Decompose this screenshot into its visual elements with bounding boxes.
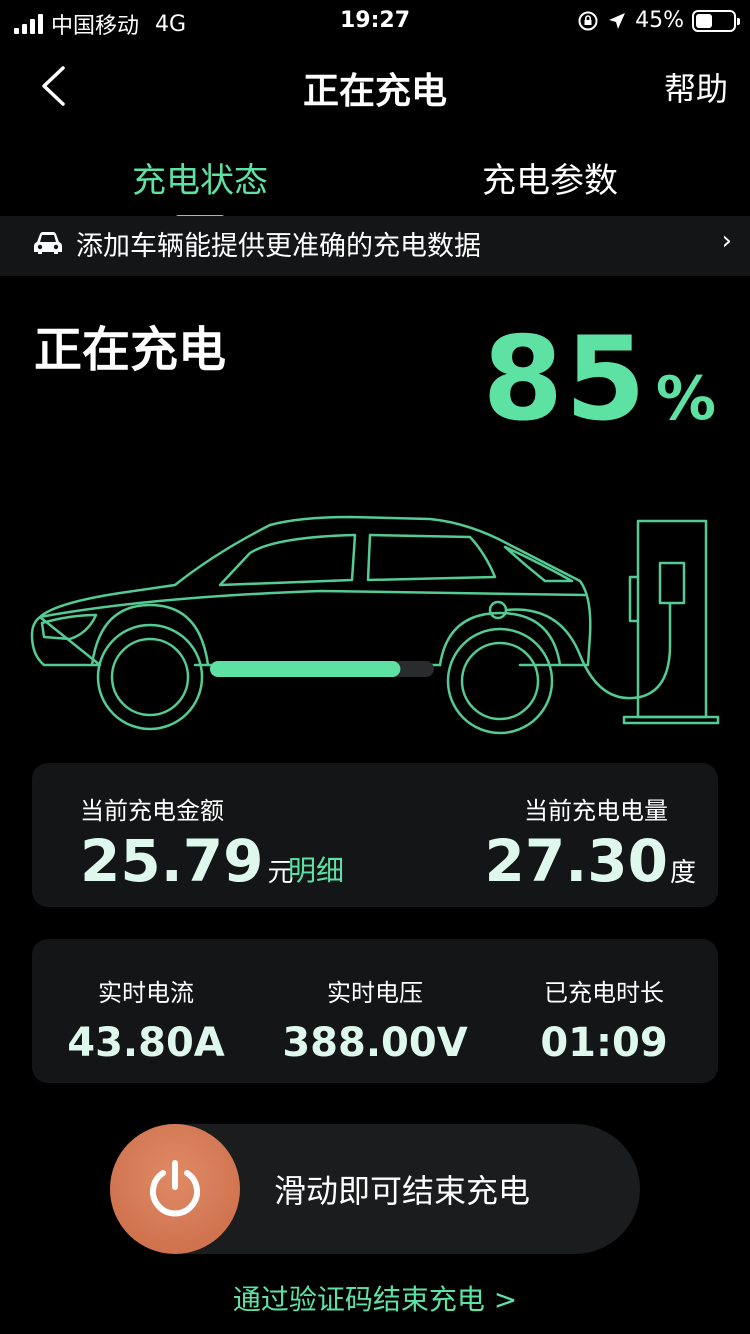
amount-detail-link[interactable]: 明细 (288, 849, 344, 889)
rotation-lock-icon (578, 11, 598, 30)
stat-duration: 已充电时长 01:09 (490, 973, 718, 1066)
power-icon (150, 1160, 200, 1217)
tab-charging-params[interactable]: 充电参数 (400, 153, 700, 202)
rear-wheel (446, 627, 554, 735)
charging-port (488, 600, 508, 620)
status-right: 45% (577, 8, 740, 33)
tab-bar: 充电状态 充电参数 (0, 145, 750, 222)
stat-current: 实时电流 43.80A (32, 973, 260, 1066)
location-icon (609, 12, 626, 29)
slider-label: 滑动即可结束充电 (274, 1172, 531, 1210)
add-vehicle-banner[interactable]: 添加车辆能提供更准确的充电数据 › (0, 216, 750, 276)
help-button[interactable]: 帮助 (664, 64, 728, 110)
battery-fill (696, 13, 713, 28)
car-charging-illustration (30, 515, 720, 735)
amount-value: 25.79 元 (80, 827, 293, 895)
tab-charging-status[interactable]: 充电状态 (50, 153, 350, 202)
amount-label: 当前充电金额 (80, 797, 224, 825)
battery-percent: 45% (635, 8, 684, 33)
energy-unit: 度 (669, 858, 696, 888)
stat-voltage-label: 实时电压 (327, 979, 423, 1007)
charging-status-text: 正在充电 (34, 322, 227, 378)
car-rear-window (366, 533, 497, 582)
charging-station (636, 519, 708, 719)
stat-duration-value: 01:09 (540, 1020, 668, 1066)
energy-label: 当前充电电量 (524, 797, 668, 825)
stat-voltage: 实时电压 388.00V (261, 973, 489, 1066)
battery-icon (692, 9, 740, 32)
amount-number: 25.79 (80, 827, 264, 895)
energy-value: 27.30 度 (485, 827, 696, 895)
chevron-right-icon: › (721, 226, 732, 256)
battery-level-bar (210, 661, 401, 677)
slide-to-stop[interactable]: 滑动即可结束充电 (110, 1124, 640, 1254)
amount-card: 当前充电金额 25.79 元 明细 当前充电电量 27.30 度 (32, 763, 718, 907)
page-title: 正在充电 (302, 71, 447, 112)
stat-current-label: 实时电流 (98, 979, 194, 1007)
stat-voltage-value: 388.00V (282, 1020, 468, 1066)
stat-duration-label: 已充电时长 (544, 979, 664, 1007)
status-bar: 中国移动 4G 19:27 45% (0, 0, 750, 40)
charge-percent-value: 85 (482, 312, 648, 447)
slider-knob[interactable] (110, 1124, 240, 1254)
energy-number: 27.30 (484, 827, 668, 895)
front-wheel (96, 623, 204, 731)
charge-percent: 85 % (482, 322, 716, 438)
stat-current-value: 43.80A (67, 1020, 225, 1066)
car-icon (34, 232, 62, 254)
car-quarter-window (503, 545, 574, 583)
nav-bar: 正在充电 帮助 (0, 50, 750, 120)
charge-percent-sign: % (655, 364, 716, 434)
banner-text: 添加车辆能提供更准确的充电数据 (76, 231, 481, 262)
verify-code-stop-link[interactable]: 通过验证码结束充电 > (0, 1278, 750, 1318)
realtime-stats-card: 实时电流 43.80A 实时电压 388.00V 已充电时长 01:09 (32, 939, 718, 1083)
